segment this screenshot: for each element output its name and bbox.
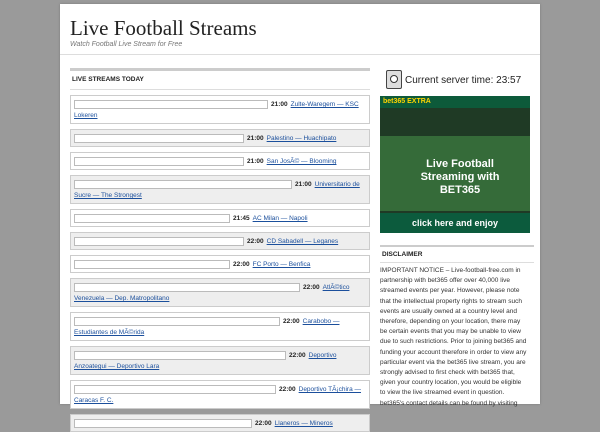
site-tagline: Watch Football Live Stream for Free [70, 41, 183, 48]
stream-bar [74, 351, 286, 360]
stream-time: 21:00 [271, 101, 288, 108]
stream-bar [74, 419, 252, 428]
stream-row: 21:00 Palestino — Huachipato [70, 129, 370, 147]
stream-link[interactable]: FC Porto — Benfica [253, 261, 311, 268]
stream-bar [74, 180, 292, 189]
bet365-banner[interactable]: bet365 EXTRA Live Football Streaming wit… [380, 96, 530, 233]
stream-row: 22:00 CD Sabadell — Leganes [70, 232, 370, 250]
streams-section: LIVE STREAMS TODAY 21:00 Zulte-Waregem — … [70, 68, 370, 432]
stream-bar [74, 100, 268, 109]
server-time: Current server time: 23:57 [380, 66, 530, 90]
stream-row: 21:00 Universitario de Sucre — The Strong… [70, 175, 370, 204]
stream-time: 22:00 [283, 318, 300, 325]
stream-time: 21:45 [233, 215, 250, 222]
stream-bar [74, 317, 280, 326]
stream-link[interactable]: CD Sabadell — Leganes [267, 238, 339, 245]
stream-time: 21:00 [295, 181, 312, 188]
stream-row: 22:00 AtlÃ©tico Venezuela — Dep. Matropol… [70, 278, 370, 307]
site-title[interactable]: Live Football Streams [70, 16, 257, 41]
stream-time: 22:00 [255, 420, 272, 427]
stream-time: 21:00 [247, 135, 264, 142]
stream-time: 22:00 [247, 238, 264, 245]
page-wrapper: Live Football Streams Watch Football Liv… [60, 4, 540, 432]
stream-time: 21:00 [247, 158, 264, 165]
stream-link[interactable]: San JosÃ© — Blooming [267, 158, 337, 165]
sidebar: Current server time: 23:57 bet365 EXTRA … [380, 66, 534, 407]
stream-time: 22:00 [279, 386, 296, 393]
stream-row: 21:00 San JosÃ© — Blooming [70, 152, 370, 170]
stream-row: 21:00 Zulte-Waregem — KSC Lokeren [70, 95, 370, 124]
stream-link[interactable]: AC Milan — Napoli [253, 215, 308, 222]
stream-row: 22:00 Deportivo Anzoategui — Deportivo La… [70, 346, 370, 375]
stream-time: 22:00 [289, 352, 306, 359]
stream-row: 22:00 Llaneros — Mineros [70, 414, 370, 432]
stream-row: 22:00 Carabobo — Estudiantes de MÃ©rida [70, 312, 370, 341]
ad-cta-button[interactable]: click here and enjoy [380, 213, 530, 233]
ad-headline: Live Football Streaming with BET365 [420, 158, 500, 196]
stream-row: 22:00 Deportivo TÃ¡chira — Caracas F. C. [70, 380, 370, 409]
stream-link[interactable]: Palestino — Huachipato [267, 135, 337, 142]
stream-bar [74, 214, 230, 223]
disclaimer-heading: DISCLAIMER [380, 245, 534, 263]
server-time-label: Current server time: 23:57 [405, 75, 522, 86]
disclaimer-text: IMPORTANT NOTICE – Live-football-free.co… [380, 267, 527, 407]
stream-bar [74, 237, 244, 246]
stream-bar [74, 385, 276, 394]
stream-row: 21:45 AC Milan — Napoli [70, 209, 370, 227]
stream-link[interactable]: Llaneros — Mineros [275, 420, 333, 427]
streams-heading: LIVE STREAMS TODAY [70, 68, 370, 90]
stream-bar [74, 283, 300, 292]
ad-brand: bet365 EXTRA [380, 96, 530, 108]
stream-bar [74, 260, 230, 269]
stream-bar [74, 134, 244, 143]
stream-row: 22:00 FC Porto — Benfica [70, 255, 370, 273]
stream-time: 22:00 [303, 284, 320, 291]
site-header: Live Football Streams Watch Football Liv… [60, 4, 540, 55]
stream-bar [74, 157, 244, 166]
clock-icon [386, 70, 402, 89]
stream-time: 22:00 [233, 261, 250, 268]
